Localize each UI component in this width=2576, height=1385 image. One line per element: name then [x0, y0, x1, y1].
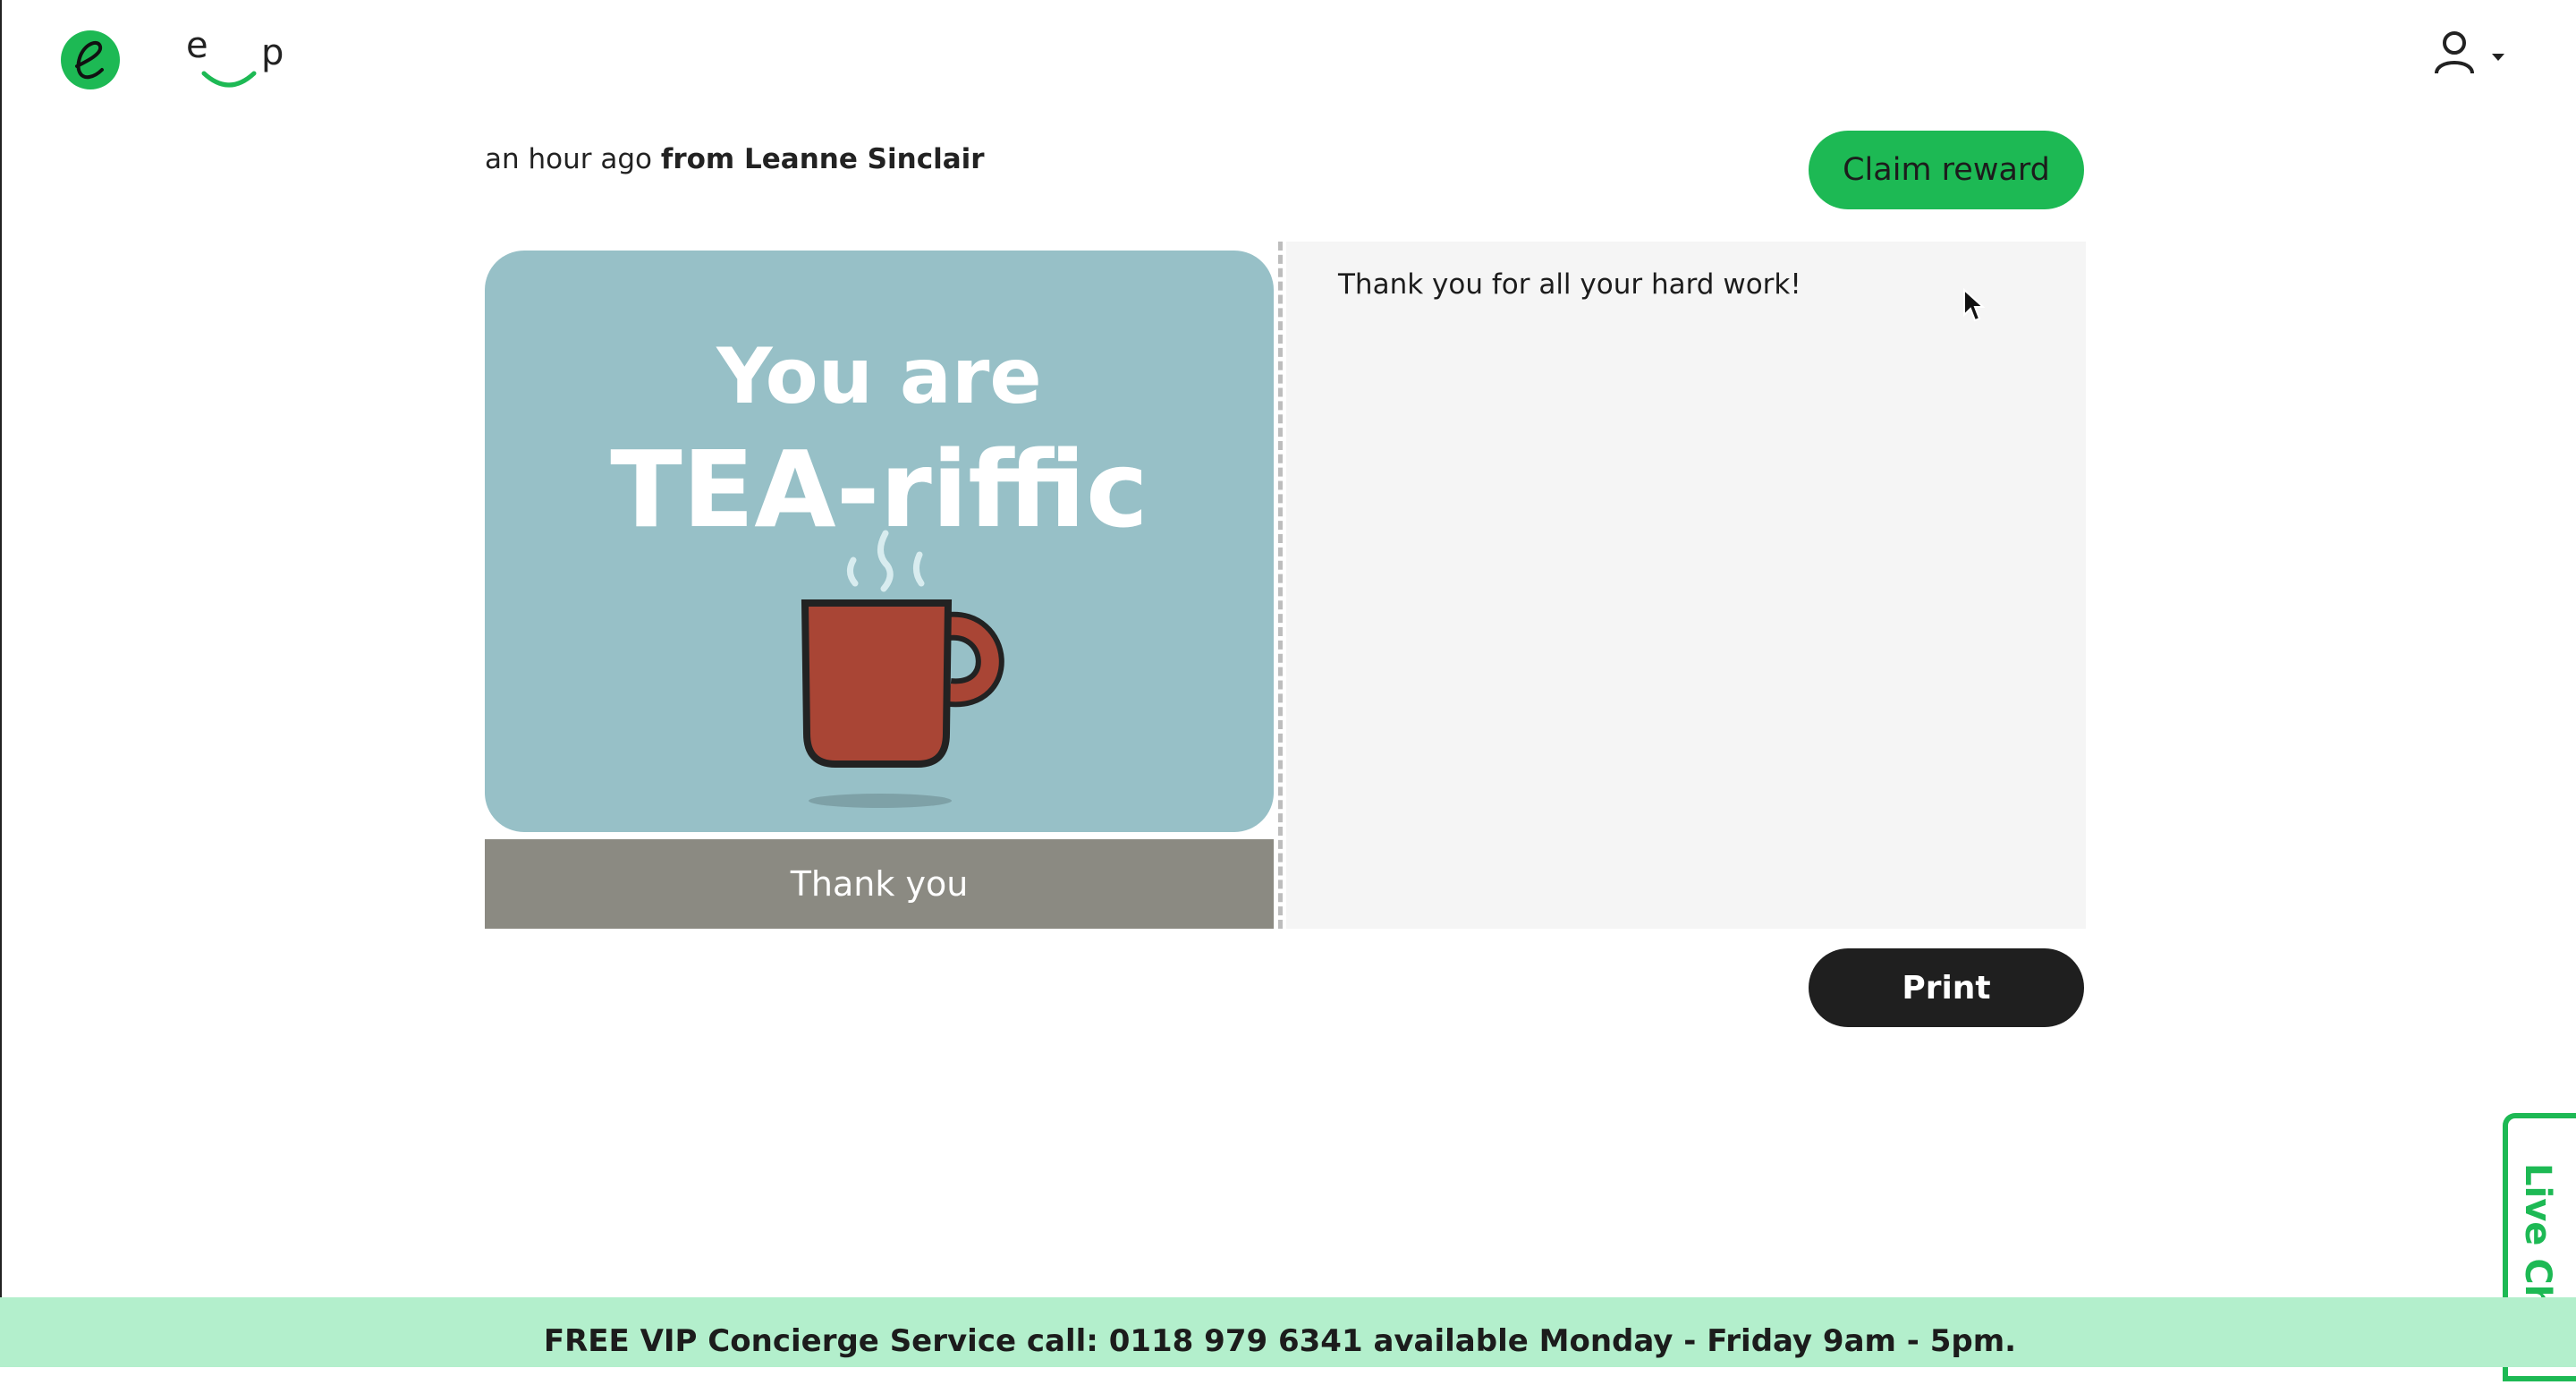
brand-logo[interactable]: e p: [182, 23, 299, 95]
card-headline-line2: TEA-riffic: [610, 428, 1148, 551]
card-fold-divider: [1278, 242, 1283, 929]
card-headline-line1: You are: [716, 332, 1041, 421]
print-button[interactable]: Print: [1809, 948, 2084, 1027]
card-message: Thank you for all your hard work!: [1338, 268, 1801, 301]
mug-icon: [801, 599, 1004, 808]
card-caption: Thank you: [485, 839, 1274, 929]
mouse-cursor-icon: [1963, 288, 1986, 322]
e-logo-icon[interactable]: [61, 30, 120, 89]
user-icon: [2435, 31, 2504, 74]
card-message-panel: Thank you for all your hard work!: [1286, 242, 2086, 929]
brand-letter-p: p: [261, 32, 284, 73]
card-front: You are TEA-riffic: [485, 251, 1274, 832]
brand-letter-e: e: [186, 25, 208, 66]
concierge-footer: FREE VIP Concierge Service call: 0118 97…: [0, 1297, 2576, 1367]
recognition-meta: an hour ago from Leanne Sinclair: [485, 143, 985, 175]
window-edge: [0, 0, 2, 1367]
claim-reward-button[interactable]: Claim reward: [1809, 131, 2084, 209]
caret-down-icon: [2492, 54, 2504, 61]
footer-text: FREE VIP Concierge Service call: 0118 97…: [543, 1323, 2017, 1359]
account-menu[interactable]: [2429, 27, 2510, 81]
sender-name: from Leanne Sinclair: [660, 143, 985, 175]
time-ago: an hour ago: [485, 143, 652, 175]
ecard: You are TEA-riffic Thank you Thank you f…: [485, 242, 2086, 929]
